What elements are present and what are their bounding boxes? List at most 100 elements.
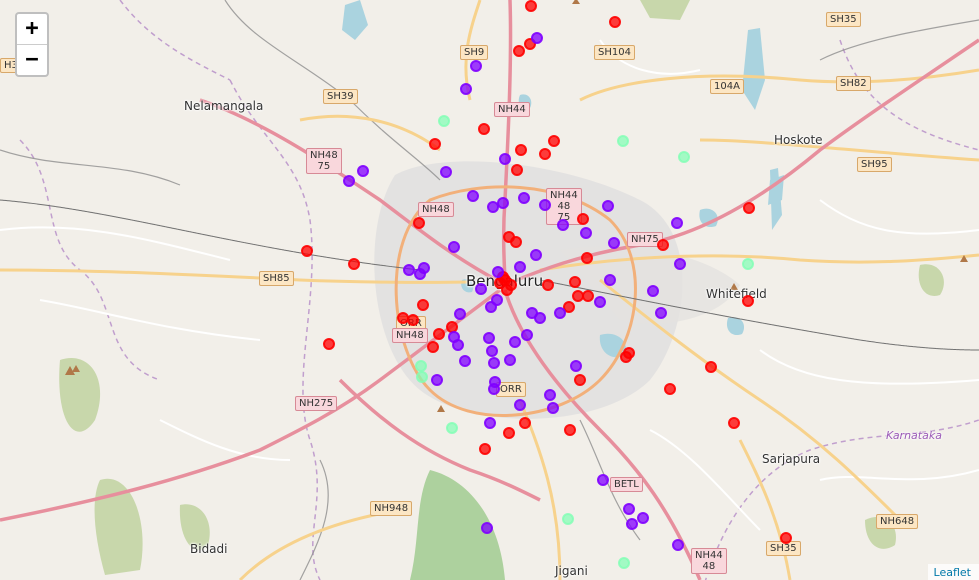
cluster-marker-mint[interactable] xyxy=(416,371,428,383)
cluster-marker-purple[interactable] xyxy=(403,264,415,276)
cluster-marker-red[interactable] xyxy=(510,236,522,248)
cluster-marker-red[interactable] xyxy=(548,135,560,147)
cluster-marker-purple[interactable] xyxy=(544,389,556,401)
cluster-marker-purple[interactable] xyxy=(655,307,667,319)
cluster-marker-red[interactable] xyxy=(542,279,554,291)
cluster-marker-purple[interactable] xyxy=(484,417,496,429)
cluster-marker-purple[interactable] xyxy=(518,192,530,204)
zoom-out-button[interactable]: − xyxy=(17,44,47,75)
cluster-marker-purple[interactable] xyxy=(414,268,426,280)
cluster-marker-purple[interactable] xyxy=(459,355,471,367)
cluster-marker-purple[interactable] xyxy=(531,32,543,44)
cluster-marker-purple[interactable] xyxy=(460,83,472,95)
cluster-marker-purple[interactable] xyxy=(554,307,566,319)
cluster-marker-red[interactable] xyxy=(397,312,409,324)
cluster-marker-red[interactable] xyxy=(433,328,445,340)
cluster-marker-red[interactable] xyxy=(525,0,537,12)
cluster-marker-purple[interactable] xyxy=(604,274,616,286)
cluster-marker-mint[interactable] xyxy=(562,513,574,525)
cluster-marker-purple[interactable] xyxy=(343,175,355,187)
cluster-marker-purple[interactable] xyxy=(357,165,369,177)
cluster-marker-purple[interactable] xyxy=(488,383,500,395)
cluster-marker-purple[interactable] xyxy=(488,357,500,369)
cluster-marker-purple[interactable] xyxy=(514,399,526,411)
cluster-marker-purple[interactable] xyxy=(486,345,498,357)
cluster-marker-mint[interactable] xyxy=(678,151,690,163)
cluster-marker-red[interactable] xyxy=(503,427,515,439)
cluster-marker-mint[interactable] xyxy=(415,360,427,372)
cluster-marker-purple[interactable] xyxy=(470,60,482,72)
cluster-marker-red[interactable] xyxy=(511,164,523,176)
cluster-marker-purple[interactable] xyxy=(481,522,493,534)
cluster-marker-purple[interactable] xyxy=(475,283,487,295)
cluster-marker-red[interactable] xyxy=(563,301,575,313)
cluster-marker-purple[interactable] xyxy=(597,474,609,486)
cluster-marker-purple[interactable] xyxy=(608,237,620,249)
cluster-marker-purple[interactable] xyxy=(487,201,499,213)
cluster-marker-purple[interactable] xyxy=(570,360,582,372)
cluster-marker-red[interactable] xyxy=(577,213,589,225)
cluster-marker-red[interactable] xyxy=(519,417,531,429)
cluster-marker-purple[interactable] xyxy=(492,266,504,278)
cluster-marker-purple[interactable] xyxy=(509,336,521,348)
cluster-marker-purple[interactable] xyxy=(672,539,684,551)
cluster-marker-purple[interactable] xyxy=(674,258,686,270)
cluster-marker-purple[interactable] xyxy=(521,329,533,341)
cluster-marker-red[interactable] xyxy=(429,138,441,150)
cluster-marker-purple[interactable] xyxy=(557,219,569,231)
cluster-marker-red[interactable] xyxy=(564,424,576,436)
cluster-marker-purple[interactable] xyxy=(530,249,542,261)
cluster-marker-purple[interactable] xyxy=(602,200,614,212)
cluster-marker-purple[interactable] xyxy=(499,153,511,165)
cluster-marker-purple[interactable] xyxy=(547,402,559,414)
cluster-marker-purple[interactable] xyxy=(647,285,659,297)
cluster-marker-red[interactable] xyxy=(301,245,313,257)
cluster-marker-purple[interactable] xyxy=(448,241,460,253)
cluster-marker-purple[interactable] xyxy=(491,294,503,306)
cluster-marker-red[interactable] xyxy=(407,314,419,326)
cluster-marker-purple[interactable] xyxy=(514,261,526,273)
cluster-marker-red[interactable] xyxy=(743,202,755,214)
cluster-marker-purple[interactable] xyxy=(594,296,606,308)
cluster-marker-purple[interactable] xyxy=(671,217,683,229)
cluster-marker-purple[interactable] xyxy=(467,190,479,202)
cluster-marker-red[interactable] xyxy=(572,290,584,302)
cluster-marker-red[interactable] xyxy=(515,144,527,156)
cluster-marker-purple[interactable] xyxy=(580,227,592,239)
cluster-marker-red[interactable] xyxy=(664,383,676,395)
cluster-marker-red[interactable] xyxy=(494,277,506,289)
cluster-marker-red[interactable] xyxy=(780,532,792,544)
cluster-marker-red[interactable] xyxy=(478,123,490,135)
cluster-marker-red[interactable] xyxy=(348,258,360,270)
cluster-marker-red[interactable] xyxy=(582,290,594,302)
cluster-marker-mint[interactable] xyxy=(742,258,754,270)
cluster-marker-purple[interactable] xyxy=(623,503,635,515)
cluster-marker-purple[interactable] xyxy=(452,339,464,351)
cluster-marker-purple[interactable] xyxy=(539,199,551,211)
cluster-marker-red[interactable] xyxy=(705,361,717,373)
map-container[interactable]: Nelamangala Hoskote Bengaluru Whitefield… xyxy=(0,0,979,580)
cluster-marker-red[interactable] xyxy=(479,443,491,455)
cluster-marker-purple[interactable] xyxy=(431,374,443,386)
cluster-marker-mint[interactable] xyxy=(618,557,630,569)
cluster-marker-mint[interactable] xyxy=(446,422,458,434)
cluster-marker-red[interactable] xyxy=(513,45,525,57)
cluster-marker-red[interactable] xyxy=(609,16,621,28)
cluster-marker-purple[interactable] xyxy=(497,197,509,209)
cluster-marker-purple[interactable] xyxy=(534,312,546,324)
cluster-marker-red[interactable] xyxy=(620,351,632,363)
cluster-marker-purple[interactable] xyxy=(440,166,452,178)
leaflet-link[interactable]: Leaflet xyxy=(934,566,971,579)
cluster-marker-red[interactable] xyxy=(505,279,517,291)
cluster-marker-mint[interactable] xyxy=(438,115,450,127)
cluster-marker-purple[interactable] xyxy=(626,518,638,530)
cluster-marker-red[interactable] xyxy=(446,321,458,333)
cluster-marker-red[interactable] xyxy=(657,239,669,251)
cluster-marker-purple[interactable] xyxy=(504,354,516,366)
zoom-in-button[interactable]: + xyxy=(17,14,47,44)
cluster-marker-red[interactable] xyxy=(323,338,335,350)
cluster-marker-red[interactable] xyxy=(574,374,586,386)
cluster-marker-red[interactable] xyxy=(417,299,429,311)
cluster-marker-red[interactable] xyxy=(728,417,740,429)
cluster-marker-purple[interactable] xyxy=(483,332,495,344)
